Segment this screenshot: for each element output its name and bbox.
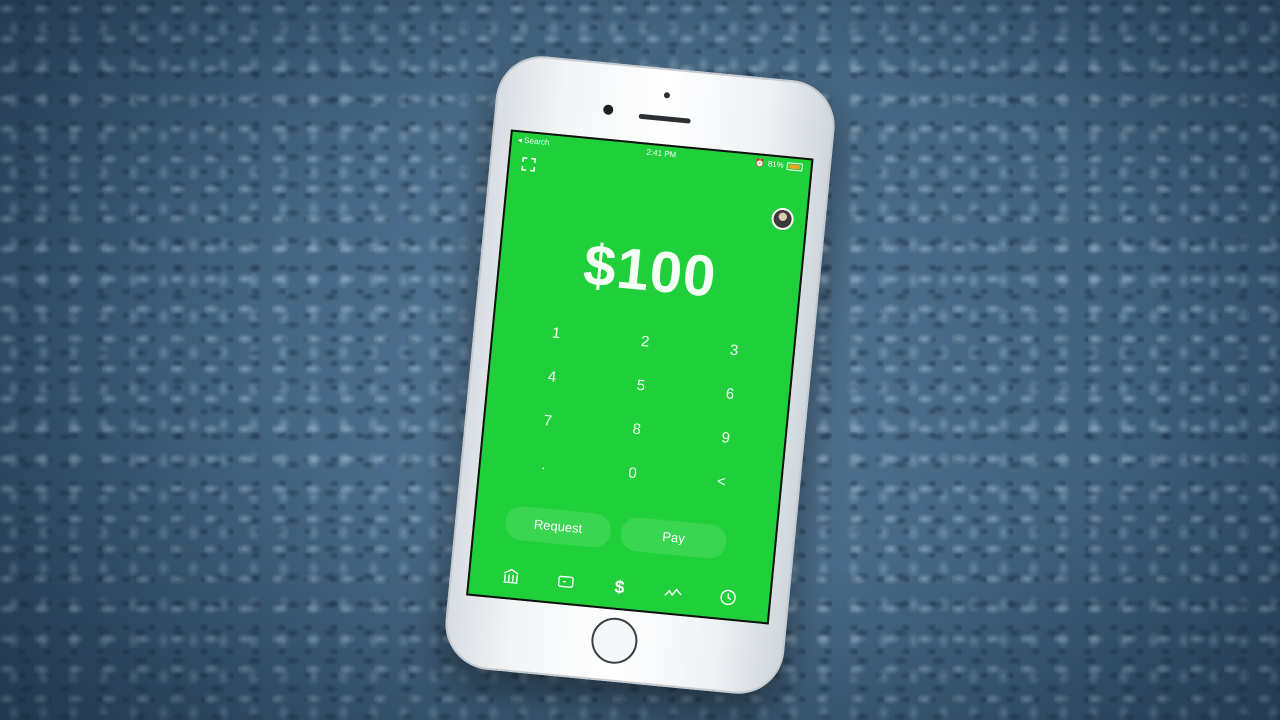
key-8[interactable]: 8 — [591, 415, 682, 445]
key-5[interactable]: 5 — [595, 371, 686, 401]
pay-button[interactable]: Pay — [619, 515, 728, 560]
key-decimal[interactable]: . — [498, 450, 589, 480]
profile-avatar[interactable] — [770, 206, 795, 231]
status-right: ⏰ 81% — [754, 158, 804, 172]
key-3[interactable]: 3 — [689, 336, 780, 366]
proximity-sensor — [663, 92, 671, 99]
alarm-icon: ⏰ — [754, 158, 766, 168]
key-backspace[interactable]: < — [676, 467, 767, 497]
key-9[interactable]: 9 — [680, 423, 771, 453]
bank-icon[interactable] — [499, 565, 523, 589]
cash-app-screen: ◂ Search 2:41 PM ⏰ 81% $100 1 2 3 4 5 6 … — [466, 129, 814, 625]
key-1[interactable]: 1 — [511, 319, 602, 349]
battery-percent: 81% — [767, 159, 785, 170]
clock-icon[interactable] — [716, 585, 740, 609]
key-2[interactable]: 2 — [600, 327, 691, 357]
activity-icon[interactable] — [662, 580, 686, 604]
front-camera — [602, 104, 614, 116]
key-4[interactable]: 4 — [506, 362, 597, 392]
status-bar: ◂ Search 2:41 PM ⏰ 81% — [511, 134, 811, 177]
bottom-tab-bar: $ — [469, 562, 770, 613]
key-0[interactable]: 0 — [587, 459, 678, 489]
key-6[interactable]: 6 — [684, 379, 775, 409]
earpiece-speaker — [638, 113, 691, 124]
battery-icon — [786, 161, 804, 172]
qr-scan-icon[interactable] — [521, 156, 537, 172]
amount-display: $100 — [580, 232, 720, 310]
phone-device: ◂ Search 2:41 PM ⏰ 81% $100 1 2 3 4 5 6 … — [441, 52, 839, 698]
home-button[interactable] — [589, 615, 640, 666]
key-7[interactable]: 7 — [502, 406, 593, 436]
keypad: 1 2 3 4 5 6 7 8 9 . 0 < — [498, 319, 780, 498]
card-icon[interactable] — [553, 570, 577, 594]
dollar-icon[interactable]: $ — [608, 575, 632, 599]
request-button[interactable]: Request — [503, 504, 613, 549]
